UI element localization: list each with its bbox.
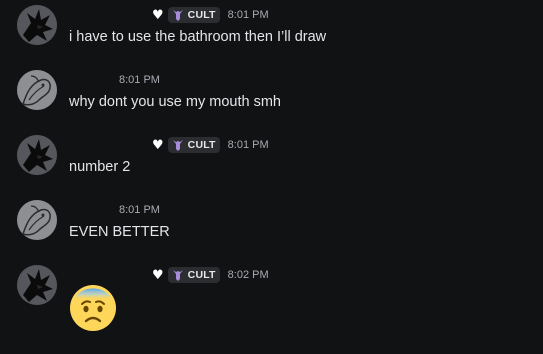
message-header: ♥ CULT 8:02 PM <box>152 266 269 284</box>
message-group: ♥ CULT 8:01 PM i have to use the bathroo… <box>0 0 543 58</box>
message-header: ♥ CULT 8:01 PM <box>152 136 269 154</box>
timestamp: 8:01 PM <box>119 204 160 216</box>
avatar[interactable] <box>17 135 57 175</box>
avatar[interactable] <box>17 200 57 240</box>
guild-tag-label: CULT <box>187 9 216 21</box>
crow-avatar-icon <box>17 265 57 305</box>
crow-avatar-icon <box>17 5 57 45</box>
timestamp: 8:01 PM <box>227 9 269 21</box>
guild-tag[interactable]: CULT <box>167 267 220 283</box>
guild-tag-label: CULT <box>187 269 216 281</box>
guild-tag[interactable]: CULT <box>167 7 220 23</box>
message-text: why dont you use my mouth smh <box>69 94 281 110</box>
message-text: number 2 <box>69 159 131 175</box>
message-header: ♥ CULT 8:01 PM <box>152 6 269 24</box>
goat-icon <box>172 10 183 21</box>
chat-message-list: ♥ CULT 8:01 PM i have to use the bathroo… <box>0 0 543 354</box>
message-header: 8:01 PM <box>119 201 160 219</box>
timestamp: 8:02 PM <box>227 269 269 281</box>
heart-icon: ♥ <box>152 7 164 23</box>
anxious-face-emoji-icon <box>70 285 116 331</box>
sketch-avatar-icon <box>17 70 57 110</box>
message-group: 8:01 PM why dont you use my mouth smh <box>0 65 543 123</box>
guild-tag[interactable]: CULT <box>167 137 220 153</box>
message-group: ♥ CULT 8:01 PM number 2 <box>0 130 543 188</box>
avatar[interactable] <box>17 5 57 45</box>
message-header: 8:01 PM <box>119 71 160 89</box>
message-group: 8:01 PM EVEN BETTER <box>0 195 543 253</box>
goat-icon <box>172 140 183 151</box>
heart-icon: ♥ <box>152 137 164 153</box>
timestamp: 8:01 PM <box>119 74 160 86</box>
heart-icon: ♥ <box>152 267 164 283</box>
message-text: EVEN BETTER <box>69 224 170 240</box>
avatar[interactable] <box>17 70 57 110</box>
avatar[interactable] <box>17 265 57 305</box>
guild-tag-label: CULT <box>187 139 216 151</box>
sketch-avatar-icon <box>17 200 57 240</box>
crow-avatar-icon <box>17 135 57 175</box>
message-text: i have to use the bathroom then I’ll dra… <box>69 29 327 45</box>
goat-icon <box>172 270 183 281</box>
timestamp: 8:01 PM <box>227 139 269 151</box>
